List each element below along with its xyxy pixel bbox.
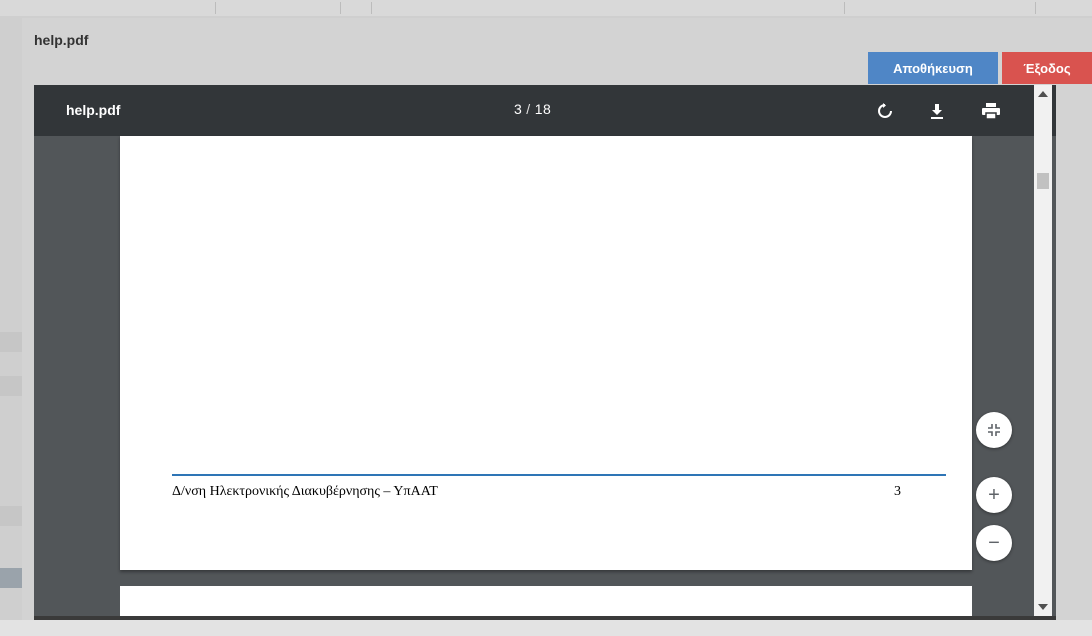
page-separator: / <box>526 101 531 117</box>
viewer-title: help.pdf <box>66 102 121 118</box>
page-indicator: 3/18 <box>514 101 551 117</box>
background-segment <box>845 2 1036 14</box>
background-sidebar <box>0 16 22 636</box>
exit-button[interactable]: Έξοδος <box>1002 52 1092 84</box>
background-segment <box>0 2 216 14</box>
zoom-out-button[interactable]: − <box>976 525 1012 561</box>
pdf-page: Δ/νση Ηλεκτρονικής Διακυβέρνησης – ΥπΑΑΤ… <box>120 136 972 570</box>
page-footer-number: 3 <box>894 484 901 499</box>
total-pages: 18 <box>534 101 552 117</box>
save-button[interactable]: Αποθήκευση <box>868 52 998 84</box>
scroll-up-icon[interactable] <box>1038 91 1048 97</box>
print-icon[interactable] <box>980 100 1002 122</box>
download-icon[interactable] <box>926 100 948 122</box>
rotate-icon[interactable] <box>874 100 896 122</box>
footer-rule <box>172 474 946 476</box>
background-segment <box>216 2 341 14</box>
scroll-thumb[interactable] <box>1037 173 1049 189</box>
fit-to-page-icon <box>988 424 1000 436</box>
zoom-in-button[interactable]: + <box>976 477 1012 513</box>
background-segment <box>341 2 372 14</box>
scroll-down-icon[interactable] <box>1038 604 1048 610</box>
current-page[interactable]: 3 <box>514 101 522 117</box>
background-bottom <box>0 620 1092 636</box>
fit-to-page-button[interactable] <box>976 412 1012 448</box>
modal-title: help.pdf <box>34 32 89 48</box>
viewer-scrollbar[interactable] <box>1034 85 1052 616</box>
background-topbar <box>0 0 1092 16</box>
background-band <box>0 376 22 396</box>
pdf-modal: help.pdf Αποθήκευση Έξοδος help.pdf 3/18… <box>22 18 1092 636</box>
pdf-viewer[interactable]: help.pdf 3/18 Δ/νση Ηλεκτρονικής Διακυβέ… <box>34 85 1056 634</box>
background-segment <box>372 2 845 14</box>
background-band <box>0 332 22 352</box>
background-band <box>0 506 22 526</box>
viewer-toolbar: help.pdf 3/18 <box>34 85 1056 136</box>
page-footer-text: Δ/νση Ηλεκτρονικής Διακυβέρνησης – ΥπΑΑΤ <box>172 484 438 499</box>
background-band <box>0 568 22 588</box>
